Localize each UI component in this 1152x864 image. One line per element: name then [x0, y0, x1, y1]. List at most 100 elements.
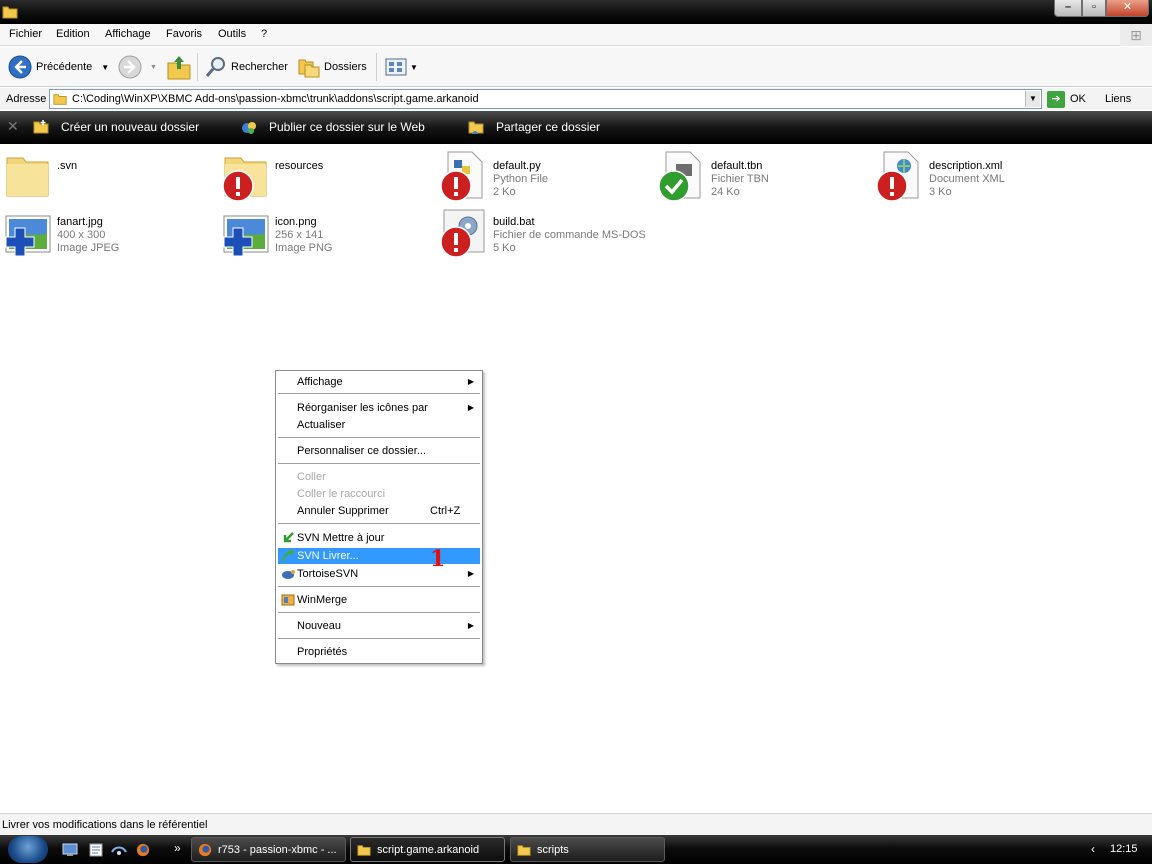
svn-added-icon — [5, 227, 35, 257]
file-list: .svn resources default.py Python File 2 … — [0, 145, 1152, 812]
chevron-down-icon[interactable]: ▼ — [101, 63, 109, 72]
search-label: Rechercher — [231, 61, 288, 73]
tortoisesvn-icon — [282, 570, 295, 579]
folder-icon — [53, 94, 67, 105]
menu-proprietes-item[interactable]: Propriétés — [278, 644, 480, 660]
address-input[interactable]: C:\Coding\WinXP\XBMC Add-ons\passion-xbm… — [49, 89, 1042, 109]
search-icon — [205, 57, 225, 77]
svn-normal-icon — [658, 170, 690, 202]
svn-modified-icon — [440, 226, 472, 258]
menu-coller-raccourci-item[interactable]: Coller le raccourci — [278, 486, 480, 502]
views-icon — [385, 58, 407, 76]
start-button[interactable] — [8, 836, 48, 863]
file-size: 24 Ko — [711, 186, 740, 198]
share-task[interactable]: Partager ce dossier — [468, 119, 600, 135]
taskbar-button-firefox[interactable]: r753 - passion-xbmc - ... — [191, 837, 346, 862]
taskbar-overflow-button[interactable]: » — [174, 841, 181, 855]
menu-svn-update-item[interactable]: SVN Mettre à jour — [278, 530, 480, 546]
menu-affichage-item[interactable]: Affichage ▶ — [278, 374, 480, 390]
address-value: C:\Coding\WinXP\XBMC Add-ons\passion-xbm… — [72, 93, 479, 105]
back-button[interactable]: Précédente ▼ — [8, 52, 109, 82]
minimize-button[interactable]: – — [1054, 0, 1082, 17]
chevron-down-icon[interactable]: ▼ — [410, 63, 418, 72]
forward-arrow-icon — [118, 55, 142, 79]
menu-separator — [278, 523, 480, 524]
menu-edition[interactable]: Edition — [56, 28, 90, 40]
folder-icon — [357, 844, 371, 856]
folders-button[interactable]: Dossiers — [298, 52, 367, 82]
menu-help[interactable]: ? — [261, 28, 267, 40]
folders-icon — [298, 59, 320, 78]
menu-svn-commit-item[interactable]: SVN Livrer... — [278, 548, 480, 564]
chevron-left-icon[interactable]: ‹ — [1091, 842, 1095, 856]
menu-separator — [278, 638, 480, 639]
new-folder-icon — [33, 120, 49, 134]
go-arrow-icon[interactable]: ➔ — [1047, 91, 1065, 108]
menu-winmerge-item[interactable]: WinMerge — [278, 592, 480, 608]
publish-web-icon — [242, 122, 256, 134]
forward-button[interactable]: ▼ — [118, 52, 157, 82]
maximize-button[interactable]: ▫ — [1082, 0, 1106, 17]
menu-tortoisesvn-item[interactable]: TortoiseSVN ▶ — [278, 566, 480, 582]
folder-icon — [2, 6, 18, 19]
network-icon[interactable] — [111, 843, 127, 857]
file-name: default.tbn — [711, 160, 763, 172]
folder-icon — [517, 844, 531, 856]
toolbar-separator — [197, 53, 198, 81]
svn-modified-icon — [440, 170, 472, 202]
file-item[interactable]: default.tbn Fichier TBN 24 Ko — [658, 150, 868, 206]
file-type: Python File — [493, 173, 549, 185]
menu-nouveau-item[interactable]: Nouveau ▶ — [278, 618, 480, 634]
go-button[interactable]: OK — [1070, 93, 1086, 105]
menu-reorganiser-item[interactable]: Réorganiser les icônes par ▶ — [278, 400, 480, 416]
file-name: default.py — [493, 160, 541, 172]
submenu-arrow-icon: ▶ — [467, 621, 474, 630]
file-item[interactable]: resources — [222, 150, 432, 206]
menu-annuler-item[interactable]: Annuler Supprimer Ctrl+Z — [278, 503, 480, 519]
annotation-marker: 1 — [430, 546, 446, 572]
menu-affichage[interactable]: Affichage — [105, 28, 151, 40]
file-name: icon.png — [275, 216, 317, 228]
address-dropdown-button[interactable]: ▼ — [1025, 91, 1040, 107]
svn-modified-icon — [876, 170, 908, 202]
close-icon[interactable]: ✕ — [7, 118, 19, 135]
status-text: Livrer vos modifications dans le référen… — [2, 819, 208, 831]
menu-fichier[interactable]: Fichier — [9, 28, 42, 40]
file-item[interactable]: icon.png 256 x 141 Image PNG — [222, 206, 432, 262]
folders-label: Dossiers — [324, 61, 367, 73]
links-button[interactable]: Liens — [1105, 93, 1131, 105]
svn-update-icon — [283, 532, 294, 543]
new-folder-task[interactable]: Créer un nouveau dossier — [33, 119, 199, 135]
file-name: description.xml — [929, 160, 1003, 172]
file-item[interactable]: build.bat Fichier de commande MS-DOS 5 K… — [440, 206, 650, 262]
menu-personnaliser-item[interactable]: Personnaliser ce dossier... — [278, 443, 480, 459]
svn-added-icon — [223, 227, 253, 257]
menu-actualiser-item[interactable]: Actualiser — [278, 417, 480, 433]
up-folder-icon[interactable] — [166, 53, 192, 81]
back-label: Précédente — [36, 61, 93, 73]
file-type: Document XML — [929, 173, 1005, 185]
file-item[interactable]: fanart.jpg 400 x 300 Image JPEG — [4, 206, 214, 262]
notepad-icon[interactable] — [88, 843, 104, 857]
show-desktop-icon[interactable] — [62, 843, 78, 857]
publish-task[interactable]: Publier ce dossier sur le Web — [241, 119, 425, 135]
taskbar-button-scripts[interactable]: scripts — [510, 837, 665, 862]
file-item[interactable]: .svn — [4, 150, 214, 206]
file-item[interactable]: description.xml Document XML 3 Ko — [876, 150, 1086, 206]
search-button[interactable]: Rechercher — [205, 52, 288, 82]
views-button[interactable]: ▼ — [385, 52, 418, 82]
menu-separator — [278, 437, 480, 438]
submenu-arrow-icon: ▶ — [467, 403, 474, 412]
svn-commit-icon — [281, 549, 295, 562]
file-type: Image PNG — [275, 242, 333, 254]
menu-coller-item[interactable]: Coller — [278, 469, 480, 485]
chevron-down-icon[interactable]: ▼ — [150, 64, 157, 71]
taskbar-button-arkanoid[interactable]: script.game.arkanoid — [350, 837, 505, 862]
submenu-arrow-icon: ▶ — [467, 569, 474, 578]
file-item[interactable]: default.py Python File 2 Ko — [440, 150, 650, 206]
menu-favoris[interactable]: Favoris — [166, 28, 202, 40]
close-button[interactable]: ✕ — [1106, 0, 1149, 17]
menu-outils[interactable]: Outils — [218, 28, 246, 40]
firefox-icon[interactable] — [135, 843, 151, 857]
file-type: Fichier TBN — [711, 173, 769, 185]
